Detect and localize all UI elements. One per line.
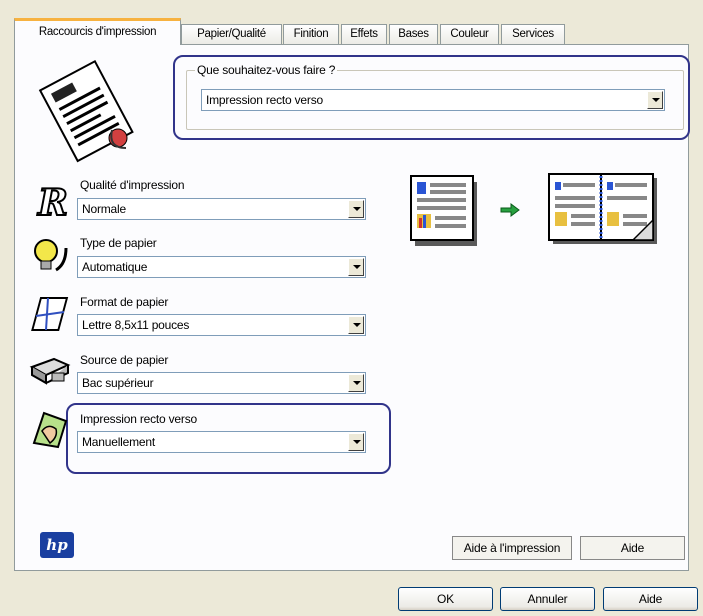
duplex-label: Impression recto verso (80, 412, 197, 426)
lightbulb-icon (34, 239, 68, 272)
paper-source-value: Bac supérieur (82, 376, 154, 390)
tab-finishing[interactable]: Finition (283, 24, 339, 44)
duplex-preview-graphic (410, 173, 657, 246)
paper-type-label: Type de papier (80, 236, 157, 250)
chevron-down-icon[interactable] (348, 374, 364, 392)
duplex-select[interactable]: Manuellement (77, 431, 366, 453)
help-button[interactable]: Aide (603, 587, 698, 611)
paper-size-value: Lettre 8,5x11 pouces (82, 318, 190, 332)
tab-color[interactable]: Couleur (440, 24, 499, 44)
tab-basics[interactable]: Bases (389, 24, 438, 44)
chevron-down-icon[interactable] (348, 258, 364, 276)
quality-r-icon: R (36, 181, 69, 225)
chevron-down-icon[interactable] (348, 433, 364, 451)
quality-value: Normale (82, 202, 126, 216)
duplex-value: Manuellement (82, 435, 155, 449)
paper-size-select[interactable]: Lettre 8,5x11 pouces (77, 314, 366, 336)
task-select[interactable]: Impression recto verso (201, 89, 665, 111)
chevron-down-icon[interactable] (647, 91, 663, 109)
paper-source-select[interactable]: Bac supérieur (77, 372, 366, 394)
tab-services[interactable]: Services (501, 24, 565, 44)
task-value: Impression recto verso (206, 93, 323, 107)
svg-text:R: R (37, 182, 68, 224)
quality-select[interactable]: Normale (77, 198, 366, 220)
paper-size-label: Format de papier (80, 295, 169, 309)
paper-source-label: Source de papier (80, 353, 169, 367)
quality-label: Qualité d'impression (80, 178, 185, 192)
tab-shortcuts[interactable]: Raccourcis d'impression (14, 18, 181, 45)
shortcuts-document-icon (38, 59, 134, 163)
paper-type-select[interactable]: Automatique (77, 256, 366, 278)
hand-flip-icon (32, 411, 68, 449)
task-label: Que souhaitez-vous faire ? (195, 63, 338, 77)
hp-logo: hp (40, 532, 74, 558)
paper-size-icon (31, 297, 69, 331)
tab-effects[interactable]: Effets (341, 24, 387, 44)
chevron-down-icon[interactable] (348, 316, 364, 334)
paper-type-value: Automatique (82, 260, 148, 274)
cancel-button[interactable]: Annuler (500, 587, 595, 611)
ok-button[interactable]: OK (398, 587, 493, 611)
tab-paper-quality[interactable]: Papier/Qualité (181, 24, 282, 44)
help-button-panel[interactable]: Aide (580, 536, 685, 560)
chevron-down-icon[interactable] (348, 200, 364, 218)
paper-tray-icon (29, 357, 71, 385)
print-help-button[interactable]: Aide à l'impression (452, 536, 572, 560)
